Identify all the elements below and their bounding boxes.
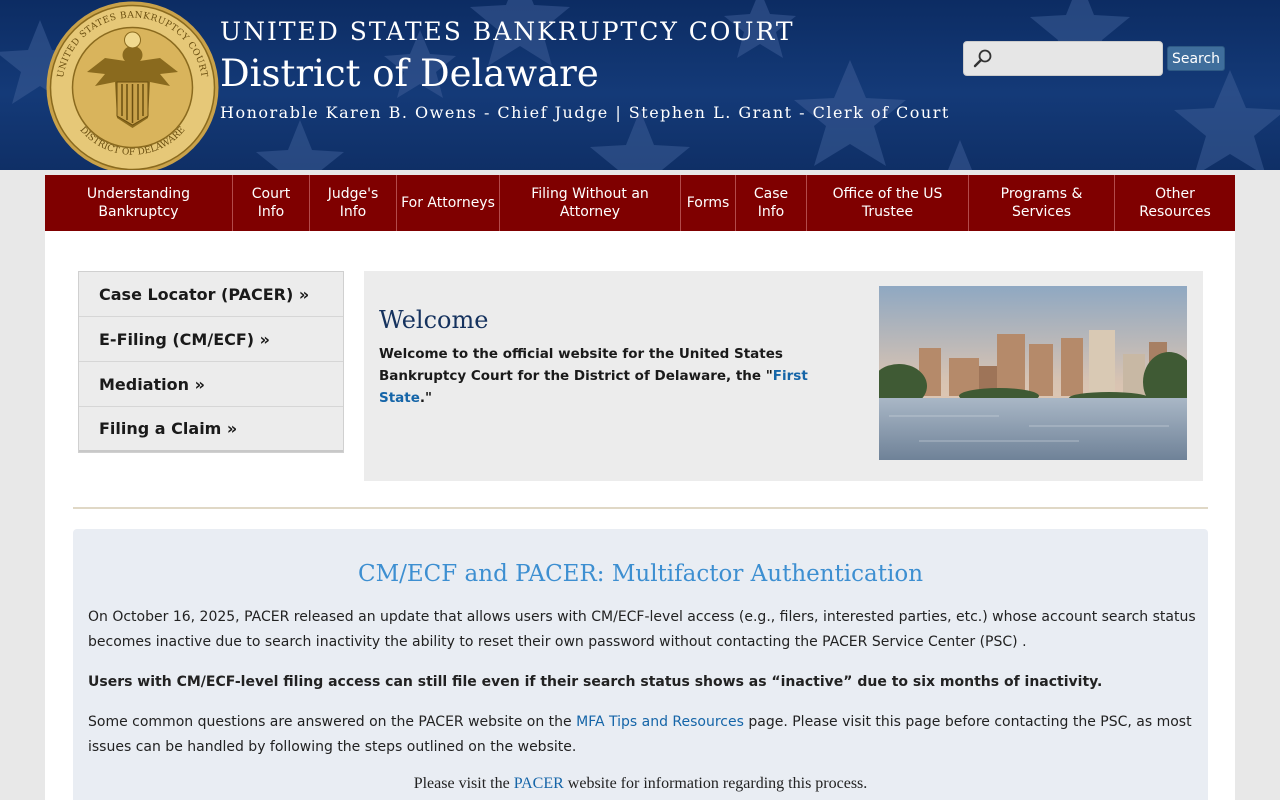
- nav-item-case-info[interactable]: Case Info: [736, 175, 807, 231]
- welcome-title: Welcome: [379, 306, 489, 334]
- sidebar-item-case-locator[interactable]: Case Locator (PACER) »: [79, 272, 343, 317]
- search-button[interactable]: Search: [1167, 46, 1225, 71]
- nav-item-for-attorneys[interactable]: For Attorneys: [397, 175, 500, 231]
- court-seal-logo[interactable]: UNITED STATES BANKRUPTCY COURT DISTRICT …: [45, 0, 220, 170]
- district-title[interactable]: District of Delaware: [220, 52, 599, 95]
- pacer-link[interactable]: PACER: [514, 775, 564, 792]
- wilmington-skyline-photo: [879, 286, 1187, 460]
- judges-line: Honorable Karen B. Owens - Chief Judge |…: [220, 103, 950, 122]
- site-header: UNITED STATES BANKRUPTCY COURT DISTRICT …: [0, 0, 1280, 170]
- nav-item-programs-services[interactable]: Programs & Services: [969, 175, 1115, 231]
- nav-item-us-trustee[interactable]: Office of the US Trustee: [807, 175, 969, 231]
- sidebar-item-mediation[interactable]: Mediation »: [79, 362, 343, 407]
- main-content: Case Locator (PACER) » E-Filing (CM/ECF)…: [45, 231, 1235, 800]
- nav-item-understanding-bankruptcy[interactable]: Understanding Bankruptcy: [45, 175, 233, 231]
- nav-item-filing-without-attorney[interactable]: Filing Without an Attorney: [500, 175, 681, 231]
- p4-text-start: Please visit the: [413, 775, 514, 792]
- nav-item-judges-info[interactable]: Judge's Info: [310, 175, 397, 231]
- search-icon: [973, 49, 992, 68]
- mfa-notice: CM/ECF and PACER: Multifactor Authentica…: [73, 529, 1208, 800]
- main-nav: Understanding Bankruptcy Court Info Judg…: [45, 175, 1235, 231]
- welcome-text: Welcome to the official website for the …: [379, 343, 849, 409]
- notice-paragraph-1: On October 16, 2025, PACER released an u…: [88, 609, 1196, 650]
- sidebar-item-filing-claim[interactable]: Filing a Claim »: [79, 407, 343, 452]
- notice-title: CM/ECF and PACER: Multifactor Authentica…: [357, 561, 924, 587]
- p4-text-end: website for information regarding this p…: [563, 775, 868, 792]
- search-box: [963, 41, 1163, 76]
- welcome-panel: Welcome Welcome to the official website …: [364, 271, 1203, 481]
- section-divider: [73, 507, 1208, 509]
- quick-links-sidebar: Case Locator (PACER) » E-Filing (CM/ECF)…: [78, 271, 344, 453]
- nav-item-court-info[interactable]: Court Info: [233, 175, 310, 231]
- nav-item-forms[interactable]: Forms: [681, 175, 736, 231]
- notice-paragraph-4: Please visit the PACER website for infor…: [73, 775, 1208, 793]
- welcome-text-start: Welcome to the official website for the …: [379, 346, 783, 384]
- mfa-tips-link[interactable]: MFA Tips and Resources: [576, 714, 744, 730]
- sidebar-item-e-filing[interactable]: E-Filing (CM/ECF) »: [79, 317, 343, 362]
- court-name: UNITED STATES BANKRUPTCY COURT: [220, 17, 795, 46]
- p3-text-start: Some common questions are answered on th…: [88, 714, 577, 730]
- notice-paragraph-2: Users with CM/ECF-level filing access ca…: [88, 674, 1103, 690]
- notice-paragraph-3: Some common questions are answered on th…: [88, 710, 1198, 760]
- welcome-text-end: .": [419, 390, 433, 406]
- search-input[interactable]: [998, 42, 1158, 75]
- nav-item-other-resources[interactable]: Other Resources: [1115, 175, 1235, 231]
